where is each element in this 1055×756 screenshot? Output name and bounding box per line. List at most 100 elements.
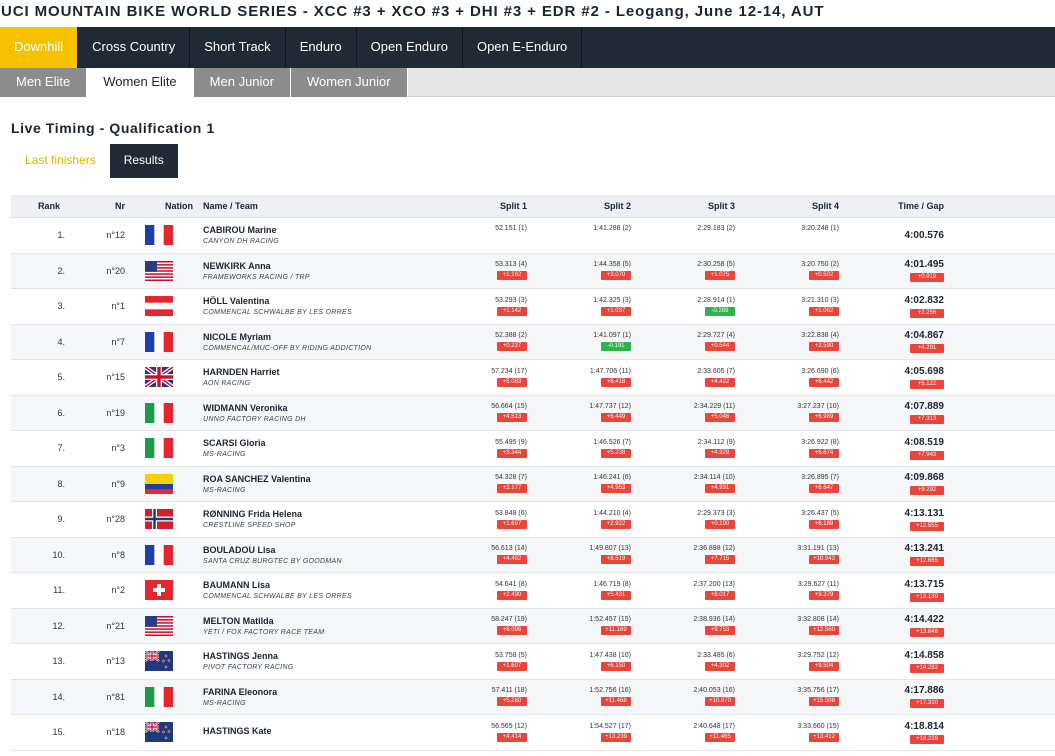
tab-cross-country[interactable]: Cross Country: [78, 27, 191, 68]
table-row[interactable]: 10. n°8 BOULADOU Lisa SANTA CRUZ BURGTEC BY…: [11, 537, 1055, 573]
tab-open-enduro[interactable]: Open Enduro: [357, 27, 463, 68]
tab-downhill[interactable]: Downhill: [0, 27, 79, 68]
rider-cell[interactable]: FARINA Eleonora MS-RACING: [193, 687, 433, 707]
bib-number: n°8: [111, 549, 125, 560]
team-name: AON RACING: [203, 380, 251, 388]
header-split-1[interactable]: Split 1: [433, 201, 537, 211]
split-time: 1:47.737 (12): [589, 403, 631, 411]
split-gap-badge: +6.442: [809, 377, 839, 387]
table-row[interactable]: 12. n°21 MELTON Matilda YETI / FOX FACTORY …: [11, 608, 1055, 644]
rider-cell[interactable]: NICOLE Myriam COMMENCAL/MUC-OFF BY RIDING…: [193, 332, 433, 352]
tab-men-junior[interactable]: Men Junior: [193, 68, 291, 97]
split-gap-badge: +6.674: [809, 448, 839, 458]
rider-cell[interactable]: HASTINGS Kate: [193, 726, 433, 739]
flag-usa-icon: [145, 260, 173, 281]
tab-women-junior[interactable]: Women Junior: [290, 68, 408, 97]
header-nation[interactable]: Nation: [125, 201, 193, 211]
nation-cell: [125, 651, 193, 672]
rank-cell: 6.: [57, 407, 65, 418]
split-time: 2:34.112 (9): [697, 438, 735, 446]
split-4-cell: 3:35.756 (17) +15.508: [745, 687, 849, 707]
table-row[interactable]: 9. n°28 RØNNING Frida Helena CRESTLINE SPEE…: [11, 502, 1055, 538]
tab-results[interactable]: Results: [109, 144, 178, 178]
rider-cell[interactable]: RØNNING Frida Helena CRESTLINE SPEED SHOP: [193, 509, 433, 529]
nation-cell: [125, 544, 193, 565]
table-row[interactable]: 7. n°3 SCARSI Gloria MS-RACING 55.495 (9) +3.…: [11, 431, 1055, 467]
rider-name: NEWKIRK Anna: [203, 260, 271, 271]
table-row[interactable]: 3. n°1 HÖLL Valentina COMMENCAL SCHWALBE BY…: [11, 289, 1055, 325]
gap-badge: +18.238: [910, 734, 944, 744]
split-gap-badge: +12.560: [809, 626, 839, 636]
finish-time: 4:13.131: [904, 507, 944, 519]
split-4-cell: 3:29.752 (12) +9.504: [745, 652, 849, 671]
header-nr[interactable]: Nr: [65, 201, 125, 211]
table-row[interactable]: 2. n°20 NEWKIRK Anna FRAMEWORKS RACING / TR…: [11, 253, 1055, 289]
nation-cell: [125, 686, 193, 707]
rider-cell[interactable]: CABIROU Marine CANYON DH RACING: [193, 225, 433, 245]
rider-cell[interactable]: HASTINGS Jenna PIVOT FACTORY RACING: [193, 651, 433, 671]
tab-enduro[interactable]: Enduro: [286, 27, 357, 68]
time-cell: 4:02.832 +2.256: [849, 295, 951, 318]
time-cell: 4:07.889 +7.313: [849, 401, 951, 425]
tab-short-track[interactable]: Short Track: [190, 27, 286, 68]
rider-cell[interactable]: HARNDEN Harriet AON RACING: [193, 367, 433, 387]
rider-cell[interactable]: HÖLL Valentina COMMENCAL SCHWALBE BY LES …: [193, 296, 433, 316]
table-row[interactable]: 1. n°12 CABIROU Marine CANYON DH RACING 52.1…: [11, 218, 1055, 254]
rider-cell[interactable]: MELTON Matilda YETI / FOX FACTORY RACE TE…: [193, 616, 433, 636]
header-time-gap[interactable]: Time / Gap: [849, 201, 951, 211]
rider-cell[interactable]: NEWKIRK Anna FRAMEWORKS RACING / TRP: [193, 261, 433, 281]
split-time: 3:20.248 (1): [801, 224, 839, 232]
finish-time: 4:17.886: [904, 685, 944, 697]
table-row[interactable]: 5. n°15 HARNDEN Harriet AON RACING 57.234 (1…: [11, 360, 1055, 396]
split-time: 1:46.719 (8): [593, 580, 631, 588]
table-row[interactable]: 6. n°19 WIDMANN Veronika UNNO FACTORY RACIN…: [11, 395, 1055, 431]
split-gap-badge: +5.431: [601, 590, 631, 600]
split-time: 3:31.191 (13): [797, 545, 839, 553]
table-row[interactable]: 11. n°2 BAUMANN Lisa COMMENCAL SCHWALBE BY …: [11, 573, 1055, 609]
bib-number: n°21: [106, 620, 125, 631]
rider-cell[interactable]: WIDMANN Veronika UNNO FACTORY RACING DH: [193, 403, 433, 423]
split-time: 54.641 (8): [495, 580, 527, 588]
header-split-2[interactable]: Split 2: [537, 201, 641, 211]
table-row[interactable]: 4. n°7 NICOLE Myriam COMMENCAL/MUC-OFF BY R…: [11, 324, 1055, 360]
gap-badge: +4.291: [910, 344, 944, 354]
rider-cell[interactable]: BOULADOU Lisa SANTA CRUZ BURGTEC BY GOODM…: [193, 545, 433, 565]
flag-ita-icon: [145, 686, 173, 707]
table-row[interactable]: 15. n°18 HASTINGS Kate 56.565 (12) +4.414 1:5…: [11, 715, 1055, 751]
split-3-cell: 2:36.898 (12) +7.715: [641, 545, 745, 565]
rider-name: BAUMANN Lisa: [203, 580, 271, 591]
split-gap-badge: +1.607: [497, 661, 527, 671]
flag-gbr-icon: [145, 367, 173, 388]
table-row[interactable]: 8. n°9 ROA SANCHEZ Valentina MS-RACING 54.32…: [11, 466, 1055, 502]
header-split-3[interactable]: Split 3: [641, 201, 745, 211]
header-split-4[interactable]: Split 4: [745, 201, 849, 211]
gap-badge: +2.256: [910, 308, 944, 318]
header-name-team[interactable]: Name / Team: [193, 201, 433, 211]
gap-badge: +0.919: [910, 273, 944, 283]
split-1-cell: 52.388 (2) +0.237: [433, 332, 537, 352]
split-4-cell: 3:32.808 (14) +12.560: [745, 616, 849, 636]
flag-col-icon: [145, 473, 173, 494]
rider-cell[interactable]: SCARSI Gloria MS-RACING: [193, 438, 433, 458]
split-1-cell: 53.293 (3) +1.142: [433, 297, 537, 316]
split-time: 3:32.808 (14): [797, 616, 839, 624]
split-1-cell: 56.664 (15) +4.513: [433, 403, 537, 423]
tab-last-finishers[interactable]: Last finishers: [11, 144, 110, 178]
table-row[interactable]: 13. n°13 HASTINGS Jenna PIVOT FACTORY RACIN…: [11, 644, 1055, 680]
tab-men-elite[interactable]: Men Elite: [0, 68, 88, 97]
nation-cell: [125, 615, 193, 636]
split-time: 56.613 (14): [491, 545, 527, 553]
split-2-cell: 1:47.706 (11) +6.418: [537, 368, 641, 387]
rider-cell[interactable]: BAUMANN Lisa COMMENCAL SCHWALBE BY LES OR…: [193, 580, 433, 600]
rider-cell[interactable]: ROA SANCHEZ Valentina MS-RACING: [193, 474, 433, 494]
split-time: 2:34.114 (10): [693, 474, 735, 482]
split-time: 58.247 (19): [491, 616, 527, 624]
tab-women-elite[interactable]: Women Elite: [87, 68, 194, 97]
split-3-cell: 2:30.258 (5) +1.075: [641, 261, 745, 281]
finish-time: 4:14.858: [904, 649, 944, 661]
category-tabs: Men Elite Women Elite Men Junior Women J…: [0, 68, 1055, 97]
table-row[interactable]: 14. n°81 FARINA Eleonora MS-RACING 57.411 (1…: [11, 679, 1055, 715]
header-rank[interactable]: Rank: [11, 201, 65, 211]
tab-open-e-enduro[interactable]: Open E-Enduro: [463, 27, 583, 68]
split-time: 3:26.690 (6): [801, 367, 839, 375]
